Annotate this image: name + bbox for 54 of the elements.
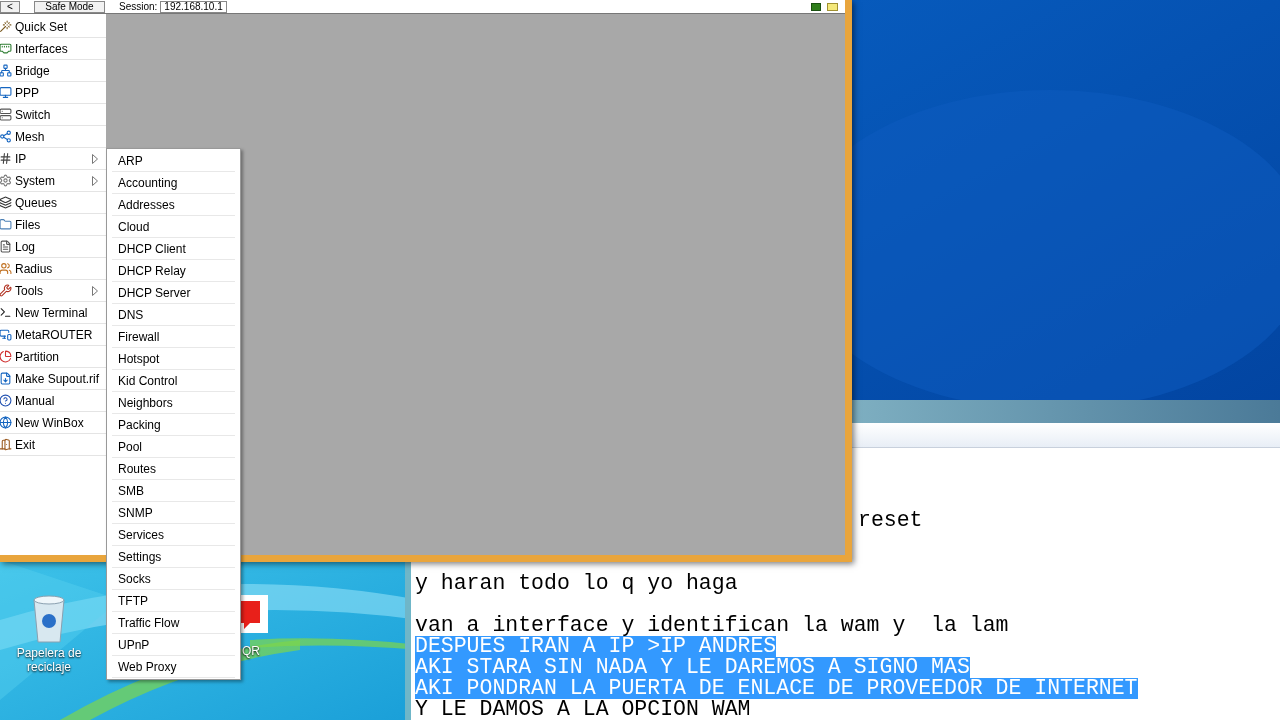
monitor-icon xyxy=(0,86,12,99)
screens-icon xyxy=(0,328,12,341)
submenu-item[interactable]: Firewall xyxy=(112,326,235,348)
recycle-bin-icon[interactable] xyxy=(31,594,67,644)
submenu-item[interactable]: DHCP Relay xyxy=(112,260,235,282)
document-icon xyxy=(0,240,12,253)
submenu-item[interactable]: Services xyxy=(112,524,235,546)
submenu-item[interactable]: Pool xyxy=(112,436,235,458)
hash-icon xyxy=(0,152,12,165)
submenu-item[interactable]: SMB xyxy=(112,480,235,502)
safe-mode-button[interactable]: Safe Mode xyxy=(34,0,105,13)
submenu-item[interactable]: Settings xyxy=(112,546,235,568)
file-icon xyxy=(0,372,12,385)
submenu-item[interactable]: Socks xyxy=(112,568,235,590)
session-label: Session: xyxy=(119,1,158,12)
submenu-item[interactable]: DHCP Client xyxy=(112,238,235,260)
text-line: van a interface y identifican la wam y la lam xyxy=(415,615,1009,636)
server-icon xyxy=(0,108,12,121)
door-icon xyxy=(0,438,12,451)
submenu-item[interactable]: Packing xyxy=(112,414,235,436)
text-line: y haran todo lo q yo haga xyxy=(415,573,738,594)
users-icon xyxy=(0,262,12,275)
session-field: 192.168.10.1 xyxy=(160,0,227,13)
submenu-item[interactable]: DNS xyxy=(112,304,235,326)
pie-chart-icon xyxy=(0,350,12,363)
submenu-item[interactable]: SNMP xyxy=(112,502,235,524)
submenu-item[interactable]: Addresses xyxy=(112,194,235,216)
status-indicator-icon xyxy=(811,2,821,11)
submenu-item[interactable]: TFTP xyxy=(112,590,235,612)
ethernet-port-icon xyxy=(0,42,12,55)
submenu-item[interactable]: Cloud xyxy=(112,216,235,238)
settings-icon xyxy=(0,174,12,187)
help-icon xyxy=(0,394,12,407)
submenu-item[interactable]: Web Proxy xyxy=(112,656,235,678)
submenu-item[interactable]: Traffic Flow xyxy=(112,612,235,634)
submenu-item[interactable]: Routes xyxy=(112,458,235,480)
text-line: reset xyxy=(858,510,923,531)
network-icon xyxy=(0,64,12,77)
submenu-item[interactable]: Neighbors xyxy=(112,392,235,414)
submenu-item[interactable]: Kid Control xyxy=(112,370,235,392)
wand-icon xyxy=(0,20,12,33)
wrench-icon xyxy=(0,284,12,297)
text-line: Y LE DAMOS A LA OPCION WAM xyxy=(415,699,751,720)
back-button[interactable]: < xyxy=(0,0,20,13)
layers-icon xyxy=(0,196,12,209)
submenu-item[interactable]: ARP xyxy=(112,150,235,172)
share-icon xyxy=(0,130,12,143)
terminal-icon xyxy=(0,306,12,319)
submenu-item[interactable]: UPnP xyxy=(112,634,235,656)
submenu-item[interactable]: Hotspot xyxy=(112,348,235,370)
globe-icon xyxy=(0,416,12,429)
submenu-item[interactable]: Accounting xyxy=(112,172,235,194)
submenu-item[interactable]: DHCP Server xyxy=(112,282,235,304)
folder-icon xyxy=(0,218,12,231)
